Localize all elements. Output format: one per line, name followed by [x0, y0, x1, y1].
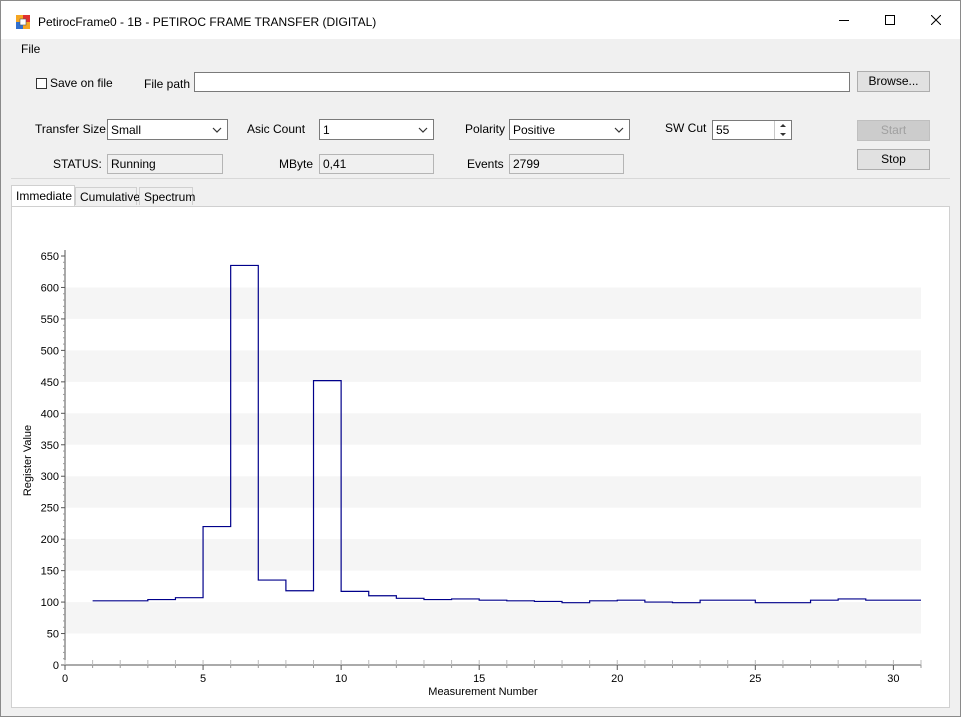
y-tick-label: 550 — [41, 314, 59, 326]
sw-cut-value: 55 — [716, 123, 730, 137]
tab-cumulative[interactable]: Cumulative — [75, 187, 140, 205]
y-tick-label: 400 — [41, 408, 59, 420]
minimize-icon — [839, 20, 849, 21]
events-label: Events — [467, 157, 504, 171]
plot-stripe — [65, 602, 921, 634]
x-tick-label: 5 — [200, 673, 206, 685]
y-tick-label: 200 — [41, 534, 59, 546]
control-panel: Save on file File path Browse... Transfe… — [11, 59, 950, 179]
y-tick-label: 0 — [53, 660, 59, 672]
polarity-value: Positive — [513, 123, 556, 137]
polarity-label: Polarity — [465, 122, 506, 136]
spin-up-icon[interactable] — [775, 121, 791, 130]
sw-cut-arrows[interactable] — [774, 121, 791, 139]
tab-immediate[interactable]: Immediate — [11, 185, 75, 207]
browse-button[interactable]: Browse... — [857, 71, 930, 92]
sw-cut-label: SW Cut — [665, 121, 707, 135]
title-bar: PetirocFrame0 - 1B - PETIROC FRAME TRANS… — [1, 1, 960, 39]
y-tick-label: 600 — [41, 282, 59, 294]
mbyte-label: MByte — [279, 157, 314, 171]
menu-bar: File — [1, 39, 960, 59]
events-field: 2799 — [509, 154, 624, 174]
app-icon — [16, 15, 30, 29]
asic-count-select[interactable]: 1 — [319, 119, 434, 140]
status-label: STATUS: — [53, 157, 102, 171]
x-tick-label: 0 — [62, 673, 68, 685]
y-tick-label: 350 — [41, 440, 59, 452]
sw-cut-stepper[interactable]: 55 — [712, 120, 792, 140]
x-tick-label: 30 — [887, 673, 899, 685]
y-tick-label: 500 — [41, 345, 59, 357]
x-tick-label: 15 — [473, 673, 485, 685]
y-axis-label: Register Value — [22, 425, 34, 496]
polarity-select[interactable]: Positive — [509, 119, 630, 140]
save-on-file-checkbox[interactable] — [36, 78, 47, 89]
x-tick-label: 20 — [611, 673, 623, 685]
asic-count-value: 1 — [323, 123, 330, 137]
status-field: Running — [107, 154, 223, 174]
close-button[interactable] — [913, 1, 959, 39]
transfer-size-select[interactable]: Small — [107, 119, 228, 140]
mbyte-field: 0,41 — [319, 154, 434, 174]
file-path-label: File path — [144, 77, 191, 91]
y-tick-label: 250 — [41, 503, 59, 515]
spin-down-icon[interactable] — [775, 130, 791, 139]
start-button[interactable]: Start — [857, 120, 930, 141]
tab-spectrum[interactable]: Spectrum — [139, 187, 195, 205]
window-title: PetirocFrame0 - 1B - PETIROC FRAME TRANS… — [38, 15, 377, 29]
plot-stripe — [65, 350, 921, 382]
chevron-down-icon — [614, 127, 624, 133]
plot-stripe — [65, 539, 921, 571]
x-axis-label: Measurement Number — [428, 686, 538, 698]
plot-stripe — [65, 413, 921, 445]
transfer-size-label: Transfer Size — [35, 122, 106, 136]
y-tick-label: 50 — [47, 629, 59, 641]
file-path-input[interactable] — [194, 72, 850, 92]
chevron-down-icon — [212, 127, 222, 133]
plot-stripe — [65, 287, 921, 319]
register-chart: 050100150200250300350400450500550600650 … — [22, 250, 922, 698]
chevron-down-icon — [418, 127, 428, 133]
maximize-button[interactable] — [867, 1, 913, 39]
y-tick-label: 150 — [41, 566, 59, 578]
save-on-file-label: Save on file — [50, 76, 113, 90]
x-tick-label: 10 — [335, 673, 347, 685]
tab-page-immediate: 0 50 100 150 200 250 300 350 400 450 500 550 600 650 … — [11, 206, 950, 708]
asic-count-label: Asic Count — [247, 122, 306, 136]
y-tick-label: 100 — [41, 597, 59, 609]
main-window: PetirocFrame0 - 1B - PETIROC FRAME TRANS… — [0, 0, 961, 717]
maximize-icon — [885, 15, 895, 25]
y-tick-label: 650 — [41, 251, 59, 263]
close-icon — [931, 15, 941, 25]
minimize-button[interactable] — [821, 1, 867, 39]
stop-button[interactable]: Stop — [857, 149, 930, 170]
transfer-size-value: Small — [111, 123, 142, 137]
plot-stripe — [65, 476, 921, 508]
x-tick-label: 25 — [749, 673, 761, 685]
y-tick-label: 450 — [41, 377, 59, 389]
y-tick-label: 300 — [41, 471, 59, 483]
menu-file[interactable]: File — [21, 42, 40, 56]
